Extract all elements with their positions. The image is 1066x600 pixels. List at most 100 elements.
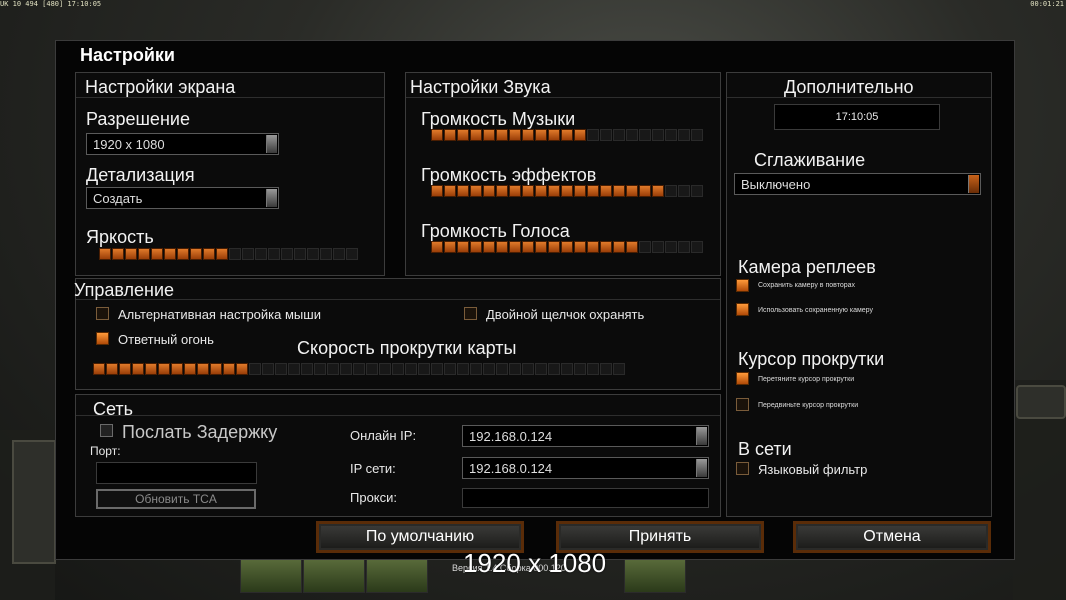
- panel-title: Настройки экрана: [85, 77, 236, 97]
- lan-ip-label: IP сети:: [350, 461, 396, 476]
- slider-segment: [470, 185, 482, 197]
- slider-segment: [535, 185, 547, 197]
- slider-segment: [678, 241, 690, 253]
- detail-dropdown[interactable]: Создать: [86, 187, 279, 209]
- save-camera-checkbox[interactable]: [736, 279, 749, 292]
- slider-segment: [639, 241, 651, 253]
- control-panel: Управление Альтернативная настройка мыши…: [74, 278, 721, 390]
- online-ip-label: Онлайн IP:: [350, 428, 417, 443]
- scroll-cursor-label: Курсор прокрутки: [738, 349, 885, 369]
- send-delay-checkbox[interactable]: [100, 424, 113, 437]
- return-fire-checkbox[interactable]: [96, 332, 109, 345]
- slider-segment: [294, 248, 306, 260]
- online-ip-dropdown[interactable]: 192.168.0.124: [462, 425, 709, 447]
- slider-segment: [548, 241, 560, 253]
- extra-settings-panel: Дополнительно 17:10:05 Сглаживание Выклю…: [726, 72, 992, 517]
- slider-segment: [444, 185, 456, 197]
- language-filter-checkbox[interactable]: [736, 462, 749, 475]
- lan-ip-dropdown[interactable]: 192.168.0.124: [462, 457, 709, 479]
- voice-volume-slider[interactable]: [431, 241, 703, 255]
- slider-segment: [483, 185, 495, 197]
- chevron-down-icon: [696, 427, 707, 445]
- slider-segment: [164, 248, 176, 260]
- port-label: Порт:: [90, 444, 121, 458]
- scroll-speed-slider[interactable]: [93, 363, 625, 377]
- slider-segment: [457, 241, 469, 253]
- proxy-input[interactable]: [462, 488, 709, 508]
- online-label: В сети: [738, 439, 792, 459]
- drag-cursor-checkbox[interactable]: [736, 372, 749, 385]
- antialias-label: Сглаживание: [754, 150, 866, 170]
- slider-segment: [613, 241, 625, 253]
- slider-segment: [171, 363, 183, 375]
- slider-segment: [106, 363, 118, 375]
- use-saved-camera-checkbox[interactable]: [736, 303, 749, 316]
- hud-timer: 00:01:21: [1030, 0, 1064, 8]
- slider-segment: [652, 129, 664, 141]
- slider-segment: [548, 185, 560, 197]
- slider-segment: [353, 363, 365, 375]
- background-unit-thumbnail: [303, 557, 365, 593]
- slider-segment: [444, 241, 456, 253]
- slider-segment: [223, 363, 235, 375]
- slider-segment: [346, 248, 358, 260]
- slider-segment: [470, 241, 482, 253]
- slider-segment: [496, 185, 508, 197]
- music-volume-slider[interactable]: [431, 129, 703, 143]
- antialias-dropdown[interactable]: Выключено: [734, 173, 981, 195]
- cancel-button[interactable]: Отмена: [793, 521, 991, 553]
- slider-segment: [301, 363, 313, 375]
- slider-segment: [132, 363, 144, 375]
- slider-segment: [561, 241, 573, 253]
- double-click-checkbox[interactable]: [464, 307, 477, 320]
- scroll-speed-label: Скорость прокрутки карты: [297, 338, 517, 358]
- panel-title: Сеть: [93, 399, 134, 419]
- slider-segment: [652, 185, 664, 197]
- slider-segment: [626, 129, 638, 141]
- slider-segment: [652, 241, 664, 253]
- slider-segment: [99, 248, 111, 260]
- screen-settings-panel: Настройки экрана Разрешение 1920 x 1080 …: [75, 72, 385, 276]
- slider-segment: [509, 129, 521, 141]
- slider-segment: [600, 129, 612, 141]
- slider-segment: [509, 241, 521, 253]
- slider-segment: [457, 363, 469, 375]
- slider-segment: [314, 363, 326, 375]
- slider-segment: [496, 241, 508, 253]
- effects-volume-slider[interactable]: [431, 185, 703, 199]
- move-cursor-checkbox[interactable]: [736, 398, 749, 411]
- slider-segment: [405, 363, 417, 375]
- resolution-dropdown[interactable]: 1920 x 1080: [86, 133, 279, 155]
- music-volume-label: Громкость Музыки: [421, 109, 576, 129]
- port-input[interactable]: [96, 462, 257, 484]
- hud-status: UK 10 494 [480] 17:10:05: [0, 0, 102, 8]
- slider-segment: [125, 248, 137, 260]
- slider-segment: [535, 363, 547, 375]
- voice-volume-label: Громкость Голоса: [421, 221, 570, 241]
- resolution-value: 1920 x 1080: [93, 137, 165, 152]
- alt-mouse-checkbox[interactable]: [96, 307, 109, 320]
- slider-segment: [275, 363, 287, 375]
- slider-segment: [561, 363, 573, 375]
- use-saved-camera-label: Использовать сохраненную камеру: [758, 307, 873, 314]
- brightness-slider[interactable]: [99, 248, 358, 262]
- slider-segment: [333, 248, 345, 260]
- slider-segment: [613, 363, 625, 375]
- slider-segment: [197, 363, 209, 375]
- slider-segment: [613, 185, 625, 197]
- slider-segment: [327, 363, 339, 375]
- clock-display: 17:10:05: [774, 104, 940, 130]
- slider-segment: [262, 363, 274, 375]
- effects-volume-label: Громкость эффектов: [421, 165, 597, 185]
- slider-segment: [613, 129, 625, 141]
- slider-segment: [561, 185, 573, 197]
- slider-segment: [229, 248, 241, 260]
- update-tca-button[interactable]: Обновить TCA: [96, 489, 256, 509]
- slider-segment: [379, 363, 391, 375]
- panel-title: Настройки Звука: [410, 77, 551, 97]
- slider-segment: [665, 185, 677, 197]
- slider-segment: [190, 248, 202, 260]
- slider-segment: [587, 185, 599, 197]
- slider-segment: [340, 363, 352, 375]
- slider-segment: [639, 129, 651, 141]
